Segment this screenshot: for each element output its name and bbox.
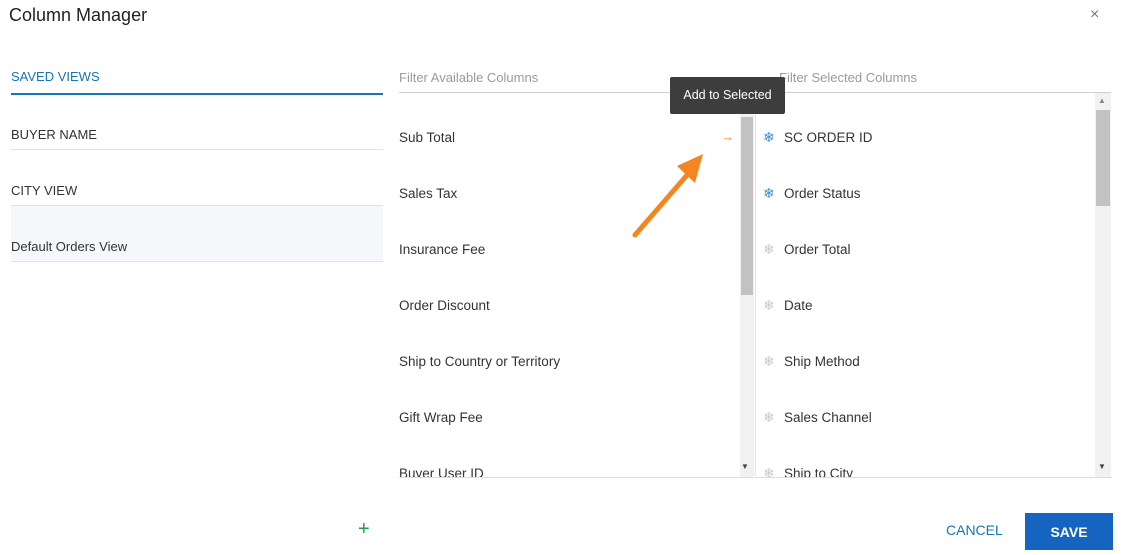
selected-column-item[interactable]: ❄ SC ORDER ID xyxy=(756,93,1091,149)
saved-view-label: Default Orders View xyxy=(11,239,128,254)
snowflake-icon[interactable]: ❄ xyxy=(763,241,775,257)
dialog-title: Column Manager xyxy=(9,5,148,25)
tab-saved-views[interactable]: SAVED VIEWS xyxy=(11,68,383,95)
selected-columns-list: ❄ SC ORDER ID ❄ Order Status ❄ Order Tot… xyxy=(755,93,1112,478)
snowflake-icon[interactable]: ❄ xyxy=(763,409,775,425)
plus-icon[interactable]: + xyxy=(358,518,370,540)
selected-column-item[interactable]: ❄ Order Total xyxy=(756,205,1091,261)
arrow-right-icon[interactable]: → xyxy=(721,129,734,144)
available-column-label: Gift Wrap Fee xyxy=(399,410,483,425)
selected-column-label: Ship to City xyxy=(784,466,854,478)
scroll-down-icon[interactable]: ▼ xyxy=(1098,462,1106,471)
available-column-label: Order Discount xyxy=(399,298,490,313)
selected-column-label: Order Total xyxy=(784,242,851,257)
selected-column-item[interactable]: ❄ Date xyxy=(756,261,1091,317)
available-column-item[interactable]: Gift Wrap Fee xyxy=(399,373,739,429)
selected-column-item[interactable]: ❄ Ship Method xyxy=(756,317,1091,373)
selected-scrollbar-thumb[interactable] xyxy=(1096,110,1110,206)
save-button[interactable]: SAVE xyxy=(1025,513,1113,550)
available-column-label: Ship to Country or Territory xyxy=(399,354,561,369)
filter-selected-input[interactable] xyxy=(779,62,1111,93)
available-column-item[interactable]: Ship to Country or Territory xyxy=(399,317,739,373)
saved-view-item[interactable]: BUYER NAME xyxy=(11,94,383,150)
snowflake-icon[interactable]: ❄ xyxy=(763,129,775,145)
saved-view-item[interactable]: CITY VIEW xyxy=(11,150,383,206)
add-to-selected-tooltip: Add to Selected xyxy=(670,77,785,114)
selected-column-item[interactable]: ❄ Ship to City xyxy=(756,429,1091,478)
available-column-item[interactable]: Insurance Fee xyxy=(399,205,739,261)
available-column-label: Sub Total xyxy=(399,130,456,145)
selected-column-label: Ship Method xyxy=(784,354,860,369)
selected-column-label: SC ORDER ID xyxy=(784,130,873,145)
scroll-down-icon[interactable]: ▼ xyxy=(741,462,749,471)
selected-column-label: Sales Channel xyxy=(784,410,872,425)
snowflake-icon[interactable]: ❄ xyxy=(763,185,775,201)
available-column-item[interactable]: Buyer User ID xyxy=(399,429,739,478)
snowflake-icon[interactable]: ❄ xyxy=(763,353,775,369)
scroll-up-icon[interactable]: ▲ xyxy=(1098,96,1106,105)
available-column-item[interactable]: Sales Tax xyxy=(399,149,739,205)
available-column-label: Sales Tax xyxy=(399,186,458,201)
available-scrollbar-thumb[interactable] xyxy=(741,117,753,295)
snowflake-icon[interactable]: ❄ xyxy=(763,297,775,313)
available-column-label: Insurance Fee xyxy=(399,242,486,257)
saved-view-item-active[interactable]: Default Orders View xyxy=(11,206,383,262)
saved-view-label: CITY VIEW xyxy=(11,183,78,198)
selected-column-label: Order Status xyxy=(784,186,861,201)
available-column-item[interactable]: Order Discount xyxy=(399,261,739,317)
available-column-label: Buyer User ID xyxy=(399,466,484,478)
cancel-button[interactable]: CANCEL xyxy=(946,522,1003,538)
snowflake-icon[interactable]: ❄ xyxy=(763,465,775,477)
available-columns-list: Sub Total → Sales Tax Insurance Fee Orde… xyxy=(399,93,754,478)
saved-view-label: BUYER NAME xyxy=(11,127,97,142)
close-icon[interactable]: × xyxy=(1090,6,1099,24)
selected-column-item[interactable]: ❄ Sales Channel xyxy=(756,373,1091,429)
selected-column-label: Date xyxy=(784,298,813,313)
selected-column-item[interactable]: ❄ Order Status xyxy=(756,149,1091,205)
